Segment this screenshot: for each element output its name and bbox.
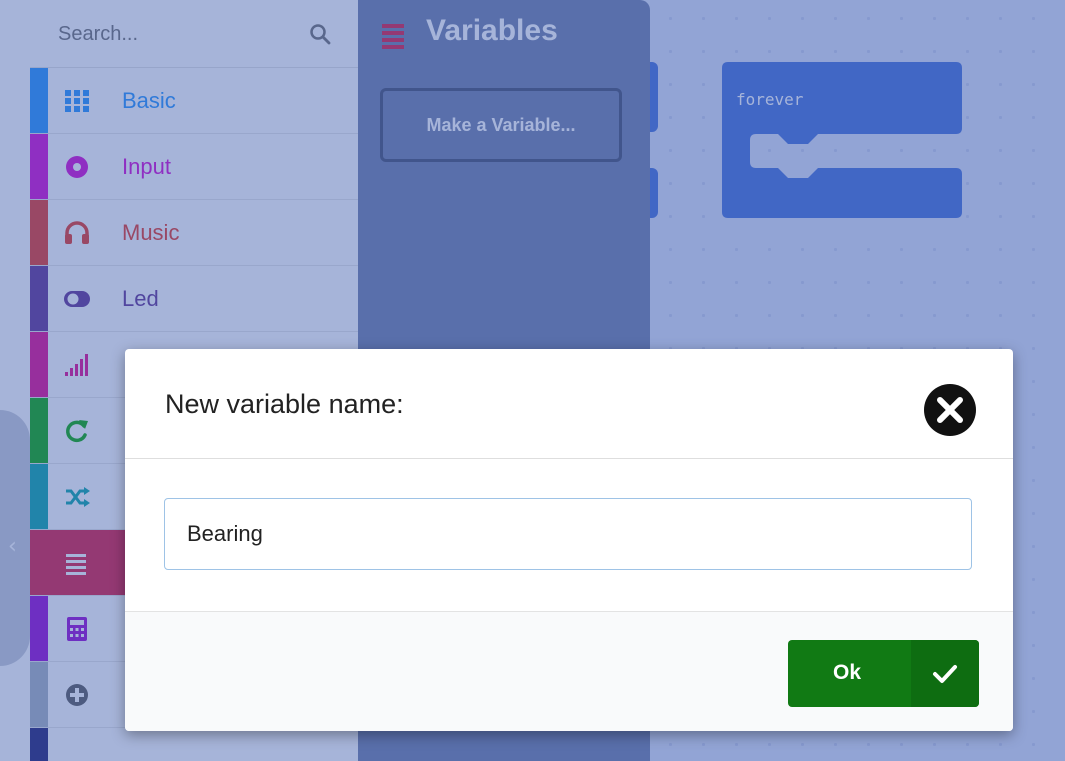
- dialog-body: [125, 459, 1013, 611]
- check-icon: [933, 665, 957, 683]
- ok-button-label: Ok: [833, 661, 862, 684]
- close-icon[interactable]: [922, 382, 978, 438]
- variable-name-input[interactable]: [164, 498, 972, 570]
- dialog-title: New variable name:: [165, 389, 404, 419]
- new-variable-dialog: New variable name: Ok: [125, 349, 1013, 731]
- ok-button[interactable]: Ok: [788, 640, 979, 707]
- dialog-footer: Ok: [125, 611, 1013, 731]
- dialog-header: New variable name:: [125, 349, 1013, 459]
- ok-icon-area: [911, 640, 979, 707]
